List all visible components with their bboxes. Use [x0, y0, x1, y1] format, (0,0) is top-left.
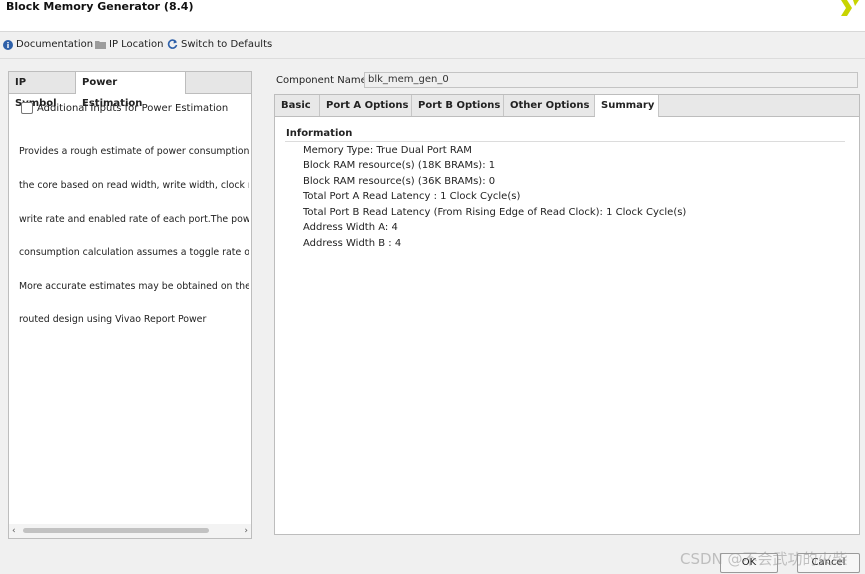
- refresh-icon: [167, 39, 178, 49]
- description-line: More accurate estimates may be obtained …: [19, 280, 249, 292]
- tab-port-b-options[interactable]: Port B Options: [412, 95, 504, 116]
- xilinx-logo-icon: [841, 0, 859, 16]
- horizontal-scrollbar[interactable]: ‹ ›: [9, 524, 251, 538]
- tab-other-options[interactable]: Other Options: [504, 95, 595, 116]
- description-line: consumption calculation assumes a toggle…: [19, 247, 249, 259]
- tab-power-estimation[interactable]: Power Estimation: [76, 72, 186, 109]
- description-line: Provides a rough estimate of power consu…: [19, 146, 249, 158]
- info-icon: [3, 39, 13, 50]
- address-width-a-info: Address Width A: 4: [303, 222, 398, 233]
- bram-18k-info: Block RAM resource(s) (18K BRAMs): 1: [303, 160, 496, 171]
- right-panel: Basic Port A Options Port B Options Othe…: [274, 94, 860, 535]
- documentation-label: Documentation: [16, 39, 94, 50]
- port-b-latency-info: Total Port B Read Latency (From Rising E…: [303, 207, 687, 218]
- description-line: the core based on read width, write widt…: [19, 180, 249, 192]
- scroll-left-icon[interactable]: ‹: [12, 526, 16, 536]
- watermark: CSDN @不会武功的火柴: [680, 550, 848, 568]
- toolbar: Documentation IP Location Switch to Defa…: [0, 32, 865, 58]
- documentation-button[interactable]: Documentation: [3, 39, 93, 50]
- left-tab-bar: IP Symbol Power Estimation: [9, 72, 251, 109]
- tab-port-a-options[interactable]: Port A Options: [320, 95, 412, 116]
- description-line: routed design using Vivao Report Power: [19, 314, 207, 326]
- tab-summary[interactable]: Summary: [595, 95, 659, 117]
- description-line: write rate and enabled rate of each port…: [19, 213, 249, 225]
- port-a-latency-info: Total Port A Read Latency : 1 Clock Cycl…: [303, 191, 521, 202]
- toolbar-divider: [0, 58, 865, 59]
- right-tab-bar: Basic Port A Options Port B Options Othe…: [275, 95, 859, 117]
- additional-inputs-label: Additional Inputs for Power Estimation: [37, 102, 229, 114]
- folder-icon: [95, 41, 106, 49]
- scroll-right-icon[interactable]: ›: [244, 526, 248, 536]
- scrollbar-thumb[interactable]: [23, 528, 209, 533]
- information-heading: Information: [286, 128, 353, 139]
- power-description: Provides a rough estimate of power consu…: [19, 124, 249, 348]
- component-name-label: Component Name: [276, 75, 367, 86]
- title-bar: Block Memory Generator (8.4): [0, 0, 865, 32]
- additional-inputs-option[interactable]: Additional Inputs for Power Estimation: [21, 102, 228, 114]
- window-title: Block Memory Generator (8.4): [6, 0, 194, 13]
- address-width-b-info: Address Width B : 4: [303, 238, 402, 249]
- ip-location-label: IP Location: [109, 39, 164, 50]
- switch-to-defaults-button[interactable]: Switch to Defaults: [167, 39, 272, 50]
- switch-to-defaults-label: Switch to Defaults: [181, 39, 273, 50]
- tab-ip-symbol[interactable]: IP Symbol: [9, 72, 76, 109]
- memory-type-info: Memory Type: True Dual Port RAM: [303, 145, 472, 156]
- ip-location-button[interactable]: IP Location: [95, 39, 163, 50]
- component-name-field[interactable]: blk_mem_gen_0: [364, 72, 858, 88]
- bram-36k-info: Block RAM resource(s) (36K BRAMs): 0: [303, 176, 496, 187]
- additional-inputs-checkbox[interactable]: [21, 102, 33, 114]
- left-panel: IP Symbol Power Estimation Additional In…: [8, 71, 252, 539]
- information-divider: [285, 141, 845, 142]
- tab-basic[interactable]: Basic: [275, 95, 320, 116]
